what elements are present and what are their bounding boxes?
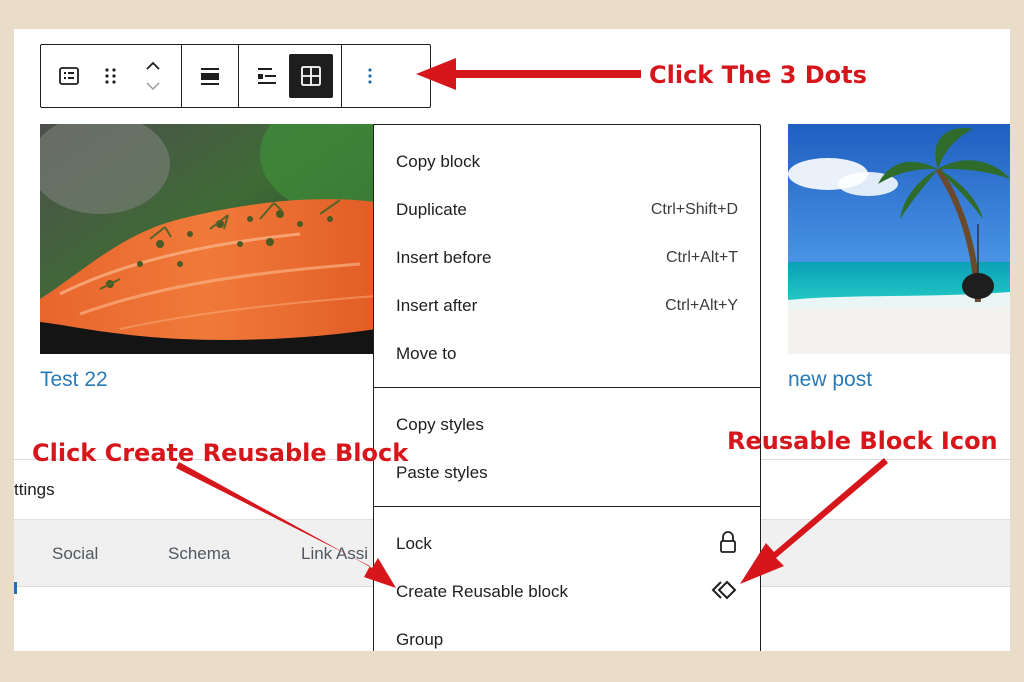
list-view-icon[interactable] [247, 54, 287, 98]
toolbar-group-align [182, 45, 239, 107]
annotation-click-create: Click Create Reusable Block [32, 439, 409, 467]
menu-item-label: Insert before [396, 248, 492, 267]
editor-canvas: Test 22 new post ttings Social Schema Li… [14, 29, 1010, 651]
menu-item-duplicate[interactable]: Duplicate Ctrl+Shift+D [374, 186, 760, 234]
reusable-block-icon [710, 579, 738, 606]
block-toolbar [40, 44, 431, 108]
menu-item-create-reusable-block[interactable]: Create Reusable block [374, 568, 760, 616]
drag-handle-icon[interactable] [91, 54, 131, 98]
menu-item-label: Move to [396, 344, 457, 363]
menu-item-copy-styles[interactable]: Copy styles [374, 401, 760, 449]
toolbar-group-layout [239, 45, 342, 107]
menu-item-label: Create Reusable block [396, 582, 568, 601]
menu-item-paste-styles[interactable]: Paste styles [374, 449, 760, 497]
menu-item-label: Group [396, 630, 444, 649]
shortcut-text: Ctrl+Alt+T [665, 249, 738, 266]
menu-item-label: Copy styles [396, 415, 484, 434]
menu-item-label: Insert after [396, 296, 478, 315]
menu-item-insert-before[interactable]: Insert before Ctrl+Alt+T [374, 234, 760, 282]
menu-item-insert-after[interactable]: Insert after Ctrl+Alt+Y [374, 282, 760, 330]
post-title-left[interactable]: Test 22 [40, 368, 108, 392]
annotation-click-dots: Click The 3 Dots [649, 61, 867, 89]
menu-item-label: Copy block [396, 152, 481, 171]
menu-item-copy-block[interactable]: Copy block [374, 138, 760, 186]
menu-item-move-to[interactable]: Move to [374, 330, 760, 378]
annotation-reusable-icon: Reusable Block Icon [727, 427, 998, 455]
align-icon[interactable] [190, 54, 230, 98]
post-image-beach[interactable] [788, 124, 1010, 354]
shortcut-text: Ctrl+Alt+Y [665, 297, 738, 314]
grid-view-icon[interactable] [289, 54, 333, 98]
options-dots-icon[interactable] [350, 54, 390, 98]
move-up-down-icon[interactable] [133, 54, 173, 98]
lock-icon [718, 530, 738, 559]
settings-label: ttings [14, 480, 55, 499]
block-type-icon[interactable] [49, 54, 89, 98]
menu-item-label: Duplicate [396, 200, 467, 219]
tab-social[interactable]: Social [52, 544, 98, 564]
menu-separator [374, 387, 760, 388]
toolbar-group-block [41, 45, 182, 107]
menu-separator [374, 506, 760, 507]
shortcut-text: Ctrl+Shift+D [650, 201, 738, 218]
post-image-salmon[interactable] [40, 124, 376, 354]
post-title-right[interactable]: new post [788, 368, 872, 392]
menu-item-label: Lock [396, 534, 432, 553]
toolbar-group-options [342, 45, 398, 107]
menu-item-lock[interactable]: Lock [374, 520, 760, 568]
tab-link-assistant[interactable]: Link Assi [301, 544, 369, 564]
menu-item-label: Paste styles [396, 463, 488, 482]
active-tab-indicator [14, 582, 17, 594]
menu-item-group[interactable]: Group [374, 616, 760, 651]
tab-schema[interactable]: Schema [168, 544, 230, 564]
block-options-menu: Copy block Duplicate Ctrl+Shift+D Insert… [373, 124, 761, 651]
